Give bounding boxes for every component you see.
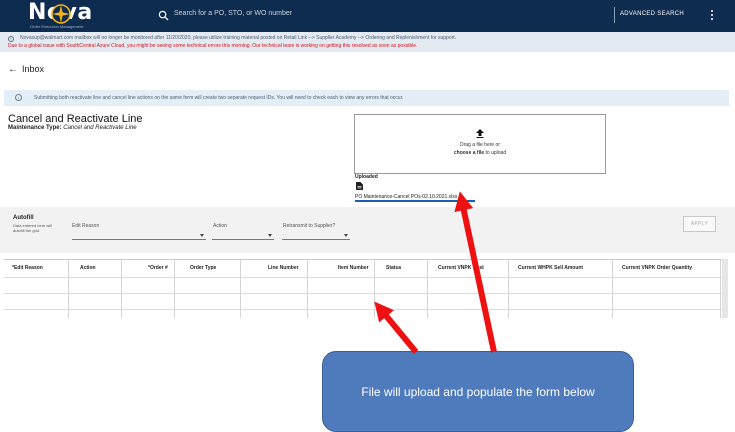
column-header[interactable]: Current WHPK Sell Amount xyxy=(518,260,583,277)
choose-file-text: choose a file to upload xyxy=(355,150,605,156)
column-divider xyxy=(121,260,122,319)
info-banner-text: Submitting both reactivate line and canc… xyxy=(34,95,404,101)
search-input[interactable]: Search for a PO, STO, or WO number xyxy=(174,10,292,17)
advanced-search-button[interactable]: ADVANCED SEARCH xyxy=(620,11,684,17)
search-divider xyxy=(614,7,615,23)
column-divider xyxy=(374,260,375,319)
table-row[interactable] xyxy=(4,309,722,310)
column-divider xyxy=(68,260,69,319)
file-icon xyxy=(356,182,363,190)
column-header[interactable]: *Edit Reason xyxy=(12,260,43,277)
choose-file-link[interactable]: choose a file xyxy=(454,150,484,156)
line-items-grid: *Edit Reason Action *Order # Order Type … xyxy=(4,259,722,319)
column-header[interactable]: Current VNPK Cost xyxy=(438,260,484,277)
autofill-title: Autofill xyxy=(13,215,34,221)
column-divider xyxy=(720,260,721,319)
page-title: Inbox xyxy=(22,64,45,74)
apply-button[interactable]: APPLY xyxy=(683,216,716,232)
column-header[interactable]: Order Type xyxy=(190,260,216,277)
column-header[interactable]: *Order # xyxy=(148,260,168,277)
column-divider xyxy=(240,260,241,319)
chevron-down-icon[interactable] xyxy=(344,234,348,237)
more-menu-icon[interactable] xyxy=(708,9,716,23)
retransmit-label: Retransmit to Supplier? xyxy=(283,223,336,229)
autofill-note: Data entered here will autofill the grid… xyxy=(13,223,52,233)
maintenance-type: Maintenance Type: Cancel and Reactivate … xyxy=(8,125,137,131)
action-label: Action xyxy=(213,223,227,229)
uploaded-label: Uploaded xyxy=(355,174,378,180)
info-banner: i Submitting both reactivate line and ca… xyxy=(4,90,729,106)
table-row[interactable] xyxy=(4,277,722,278)
autofill-panel: Autofill Data entered here will autofill… xyxy=(0,207,735,253)
nova-logo[interactable]: Nova Order Execution Management xyxy=(28,1,138,31)
column-divider xyxy=(174,260,175,319)
column-header[interactable]: Current VNPK Order Quantity xyxy=(622,260,692,277)
annotation-callout: File will upload and populate the form b… xyxy=(322,351,634,432)
chevron-down-icon[interactable] xyxy=(268,234,272,237)
notice-message: Novasup@walmart.com mailbox will no long… xyxy=(20,35,457,41)
callout-text: File will upload and populate the form b… xyxy=(361,385,595,399)
column-divider xyxy=(427,260,428,319)
upload-icon xyxy=(476,129,484,138)
column-divider xyxy=(612,260,613,319)
info-icon: i xyxy=(8,36,14,42)
info-icon: i xyxy=(15,94,22,101)
column-divider xyxy=(508,260,509,319)
form-title: Cancel and Reactivate Line xyxy=(8,113,143,125)
back-arrow-icon[interactable]: ← xyxy=(8,64,18,75)
column-header[interactable]: Action xyxy=(80,260,96,277)
upload-progress-bar xyxy=(355,200,475,202)
table-row[interactable] xyxy=(4,293,722,294)
logo-subtitle: Order Execution Management xyxy=(30,24,84,29)
outage-alert-message: Due to a global issue with SouthCentral … xyxy=(8,43,418,49)
drag-text: Drag a file here or xyxy=(459,142,501,148)
maintenance-type-label: Maintenance Type: xyxy=(8,125,62,131)
retransmit-select[interactable] xyxy=(282,239,350,240)
global-search[interactable]: Search for a PO, STO, or WO number ADVAN… xyxy=(150,5,698,27)
chevron-down-icon[interactable] xyxy=(200,234,204,237)
screenshot-root: Nova Order Execution Management Search f… xyxy=(0,0,735,432)
edit-reason-select[interactable] xyxy=(72,239,206,240)
column-header[interactable]: Item Number xyxy=(338,260,369,277)
column-divider xyxy=(307,260,308,319)
compass-star-icon xyxy=(51,4,71,24)
notice-banner: i Novasup@walmart.com mailbox will no lo… xyxy=(0,32,735,52)
grid-scrollbar[interactable] xyxy=(722,259,728,318)
edit-reason-label: Edit Reason xyxy=(72,223,100,229)
maintenance-type-value: Cancel and Reactivate Line xyxy=(63,125,137,131)
choose-file-suffix: to upload xyxy=(484,150,507,156)
file-drop-zone[interactable]: Drag a file here or choose a file to upl… xyxy=(354,114,606,174)
action-select[interactable] xyxy=(212,239,274,240)
column-header[interactable]: Status xyxy=(386,260,401,277)
search-icon xyxy=(158,10,169,21)
app-header: Nova Order Execution Management Search f… xyxy=(0,0,735,32)
column-header[interactable]: Line Number xyxy=(268,260,299,277)
